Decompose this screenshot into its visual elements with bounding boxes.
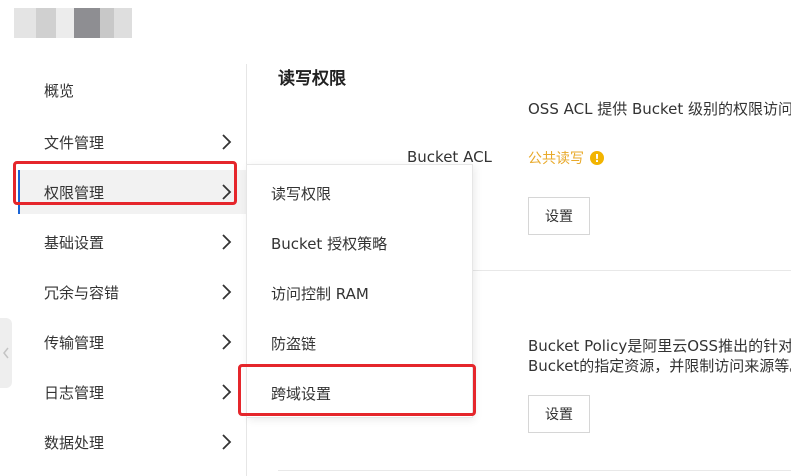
chevron-right-icon xyxy=(222,234,232,250)
submenu-item-label: 读写权限 xyxy=(271,184,332,203)
chevron-right-icon xyxy=(222,334,232,350)
acl-settings-button[interactable]: 设置 xyxy=(528,197,590,235)
sidebar-item-basic-settings[interactable]: 基础设置 xyxy=(18,220,246,264)
collapse-tab[interactable] xyxy=(0,318,12,388)
submenu-item-label: Bucket 授权策略 xyxy=(271,234,388,253)
section-title: 读写权限 xyxy=(278,69,346,89)
submenu-item-label: 访问控制 RAM xyxy=(271,284,369,303)
sidebar-item-label: 概览 xyxy=(44,81,75,100)
submenu-item-hotlink-protection[interactable]: 防盗链 xyxy=(247,321,472,365)
chevron-right-icon xyxy=(222,384,232,400)
chevron-right-icon xyxy=(222,284,232,300)
policy-settings-button[interactable]: 设置 xyxy=(528,395,590,433)
highlight-box-cors-settings xyxy=(238,364,476,416)
sidebar-item-data-processing[interactable]: 数据处理 xyxy=(18,420,246,464)
chevron-right-icon xyxy=(222,134,232,150)
sidebar-item-transfer-management[interactable]: 传输管理 xyxy=(18,320,246,364)
sidebar-item-label: 冗余与容错 xyxy=(44,283,120,302)
acl-value-text: 公共读写 xyxy=(528,151,584,167)
sidebar-item-log-management[interactable]: 日志管理 xyxy=(18,370,246,414)
chevron-left-icon xyxy=(3,347,9,359)
bucket-acl-value: 公共读写 ! xyxy=(528,148,604,168)
chevron-right-icon xyxy=(222,434,232,450)
sidebar-item-label: 数据处理 xyxy=(44,433,105,452)
policy-description-line2: Bucket的指定资源，并限制访问来源等。 xyxy=(528,357,791,375)
sidebar-item-label: 日志管理 xyxy=(44,383,105,402)
warning-icon: ! xyxy=(590,151,604,165)
submenu-item-read-write-permission[interactable]: 读写权限 xyxy=(247,171,472,215)
section-divider xyxy=(278,470,791,471)
sidebar-item-label: 文件管理 xyxy=(44,133,105,152)
sidebar-item-file-management[interactable]: 文件管理 xyxy=(18,120,246,164)
sidebar-item-label: 传输管理 xyxy=(44,333,105,352)
sidebar-item-overview[interactable]: 概览 xyxy=(18,68,246,112)
acl-description: OSS ACL 提供 Bucket 级别的权限访问控 xyxy=(528,100,791,118)
sidebar-item-label: 基础设置 xyxy=(44,233,105,252)
blurred-logo xyxy=(14,8,134,38)
sidebar-item-redundancy[interactable]: 冗余与容错 xyxy=(18,270,246,314)
policy-description-line1: Bucket Policy是阿里云OSS推出的针对B xyxy=(528,337,791,355)
submenu-item-ram-access-control[interactable]: 访问控制 RAM xyxy=(247,271,472,315)
submenu-item-label: 防盗链 xyxy=(271,334,317,353)
highlight-box-permission-management xyxy=(13,161,237,205)
submenu-item-bucket-policy[interactable]: Bucket 授权策略 xyxy=(247,221,472,265)
